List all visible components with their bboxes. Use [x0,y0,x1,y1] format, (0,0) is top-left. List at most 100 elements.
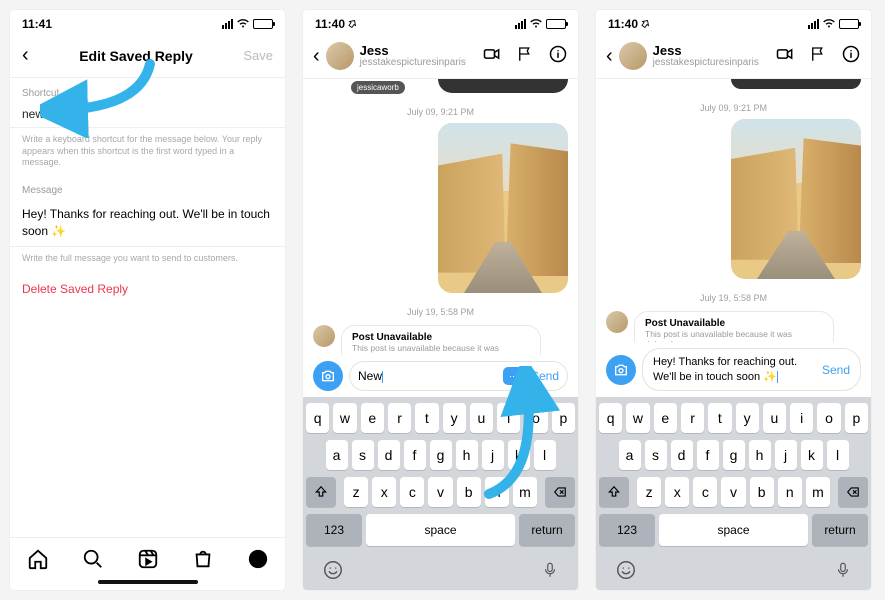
chat-title[interactable]: Jess jesstakespicturesinparis [653,44,759,68]
key-u[interactable]: u [763,403,786,433]
shift-key[interactable] [599,477,629,507]
message-input[interactable]: New ⋯ Send [349,361,568,391]
key-u[interactable]: u [470,403,493,433]
return-key[interactable]: return [812,514,868,546]
key-h[interactable]: h [749,440,771,470]
search-icon[interactable] [82,548,104,570]
key-z[interactable]: z [344,477,368,507]
flag-icon[interactable] [809,45,827,68]
profile-icon[interactable] [247,548,269,570]
key-x[interactable]: x [665,477,689,507]
return-key[interactable]: return [519,514,575,546]
key-w[interactable]: w [626,403,649,433]
key-p[interactable]: p [552,403,575,433]
key-v[interactable]: v [721,477,745,507]
quick-reply-icon[interactable]: ⋯ [503,367,525,385]
key-k[interactable]: k [508,440,530,470]
sent-photo[interactable] [731,119,861,279]
key-t[interactable]: t [708,403,731,433]
key-i[interactable]: i [790,403,813,433]
key-c[interactable]: c [693,477,717,507]
key-s[interactable]: s [645,440,667,470]
delete-saved-reply-button[interactable]: Delete Saved Reply [10,270,285,308]
key-y[interactable]: y [443,403,466,433]
key-h[interactable]: h [456,440,478,470]
camera-icon[interactable] [606,355,636,385]
key-r[interactable]: r [681,403,704,433]
key-d[interactable]: d [378,440,400,470]
key-q[interactable]: q [599,403,622,433]
delete-key[interactable] [545,477,575,507]
shortcut-input[interactable]: new [10,103,285,128]
save-button[interactable]: Save [243,48,273,63]
back-icon[interactable]: ‹ [606,45,613,68]
chat-title[interactable]: Jess jesstakespicturesinparis [360,44,466,68]
avatar[interactable] [619,42,647,70]
key-m[interactable]: m [806,477,830,507]
key-o[interactable]: o [524,403,547,433]
key-a[interactable]: a [619,440,641,470]
chat-body[interactable]: July 09, 9:21 PM July 19, 5:58 PM Post U… [596,79,871,342]
key-d[interactable]: d [671,440,693,470]
send-button[interactable]: Send [822,363,850,377]
key-e[interactable]: e [654,403,677,433]
avatar[interactable] [326,42,354,70]
info-icon[interactable] [841,44,861,69]
home-icon[interactable] [27,548,49,570]
numbers-key[interactable]: 123 [599,514,655,546]
send-button[interactable]: Send [531,369,559,383]
message-input[interactable]: Hey! Thanks for reaching out. We'll be i… [642,348,861,391]
back-icon[interactable]: ‹ [22,44,29,67]
delete-key[interactable] [838,477,868,507]
key-i[interactable]: i [497,403,520,433]
shop-icon[interactable] [192,548,214,570]
timestamp: July 09, 9:21 PM [313,107,568,117]
info-icon[interactable] [548,44,568,69]
key-g[interactable]: g [723,440,745,470]
key-c[interactable]: c [400,477,424,507]
emoji-icon[interactable] [322,559,344,586]
flag-icon[interactable] [516,45,534,68]
shift-key[interactable] [306,477,336,507]
key-b[interactable]: b [750,477,774,507]
key-n[interactable]: n [485,477,509,507]
key-m[interactable]: m [513,477,537,507]
key-r[interactable]: r [388,403,411,433]
numbers-key[interactable]: 123 [306,514,362,546]
key-f[interactable]: f [697,440,719,470]
video-call-icon[interactable] [775,44,795,69]
emoji-icon[interactable] [615,559,637,586]
key-e[interactable]: e [361,403,384,433]
mic-icon[interactable] [541,559,559,586]
chat-body[interactable]: jessicaworb July 09, 9:21 PM July 19, 5:… [303,79,578,355]
key-y[interactable]: y [736,403,759,433]
space-key[interactable]: space [366,514,515,546]
sent-photo[interactable] [438,123,568,293]
key-j[interactable]: j [775,440,797,470]
mic-icon[interactable] [834,559,852,586]
key-f[interactable]: f [404,440,426,470]
back-icon[interactable]: ‹ [313,45,320,68]
key-s[interactable]: s [352,440,374,470]
key-k[interactable]: k [801,440,823,470]
message-input[interactable]: Hey! Thanks for reaching out. We'll be i… [10,200,285,247]
camera-icon[interactable] [313,361,343,391]
key-z[interactable]: z [637,477,661,507]
key-j[interactable]: j [482,440,504,470]
key-b[interactable]: b [457,477,481,507]
video-call-icon[interactable] [482,44,502,69]
key-l[interactable]: l [534,440,556,470]
key-q[interactable]: q [306,403,329,433]
key-w[interactable]: w [333,403,356,433]
key-l[interactable]: l [827,440,849,470]
key-n[interactable]: n [778,477,802,507]
key-g[interactable]: g [430,440,452,470]
key-a[interactable]: a [326,440,348,470]
key-o[interactable]: o [817,403,840,433]
space-key[interactable]: space [659,514,808,546]
key-t[interactable]: t [415,403,438,433]
key-v[interactable]: v [428,477,452,507]
key-x[interactable]: x [372,477,396,507]
reels-icon[interactable] [137,548,159,570]
key-p[interactable]: p [845,403,868,433]
